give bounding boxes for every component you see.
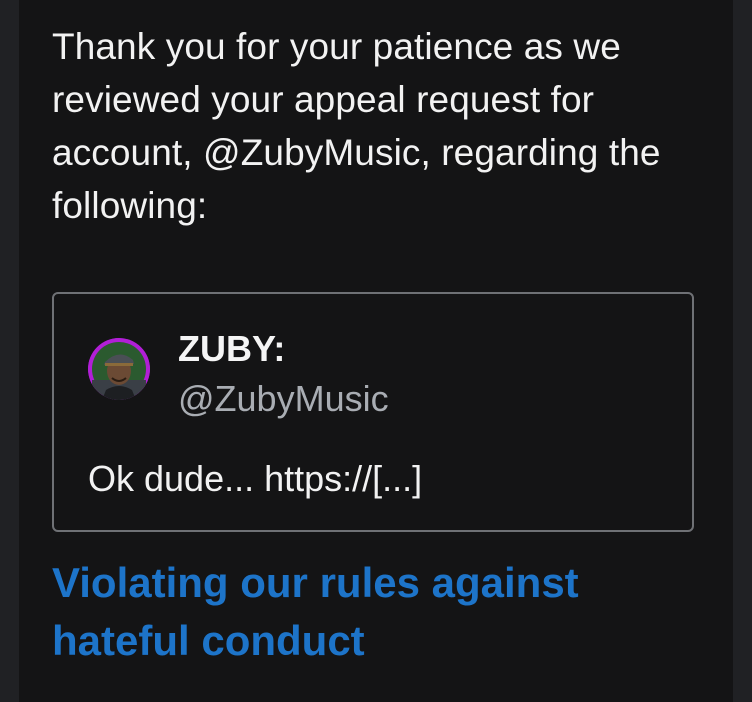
avatar-image	[88, 338, 150, 400]
screen: Thank you for your patience as we review…	[0, 0, 752, 702]
appeal-message-card: Thank you for your patience as we review…	[19, 0, 733, 702]
tweet-author-name: ZUBY:	[178, 328, 286, 369]
tweet-text: Ok dude... https://[...]	[88, 458, 423, 499]
tweet-author-handle: @ZubyMusic	[178, 378, 389, 419]
violation-link[interactable]: Violating our rules against hateful cond…	[52, 554, 692, 670]
avatar[interactable]	[88, 338, 150, 400]
quoted-tweet[interactable]: ZUBY: @ZubyMusic Ok dude... https://[...…	[52, 292, 694, 532]
appeal-intro-text: Thank you for your patience as we review…	[52, 26, 661, 226]
